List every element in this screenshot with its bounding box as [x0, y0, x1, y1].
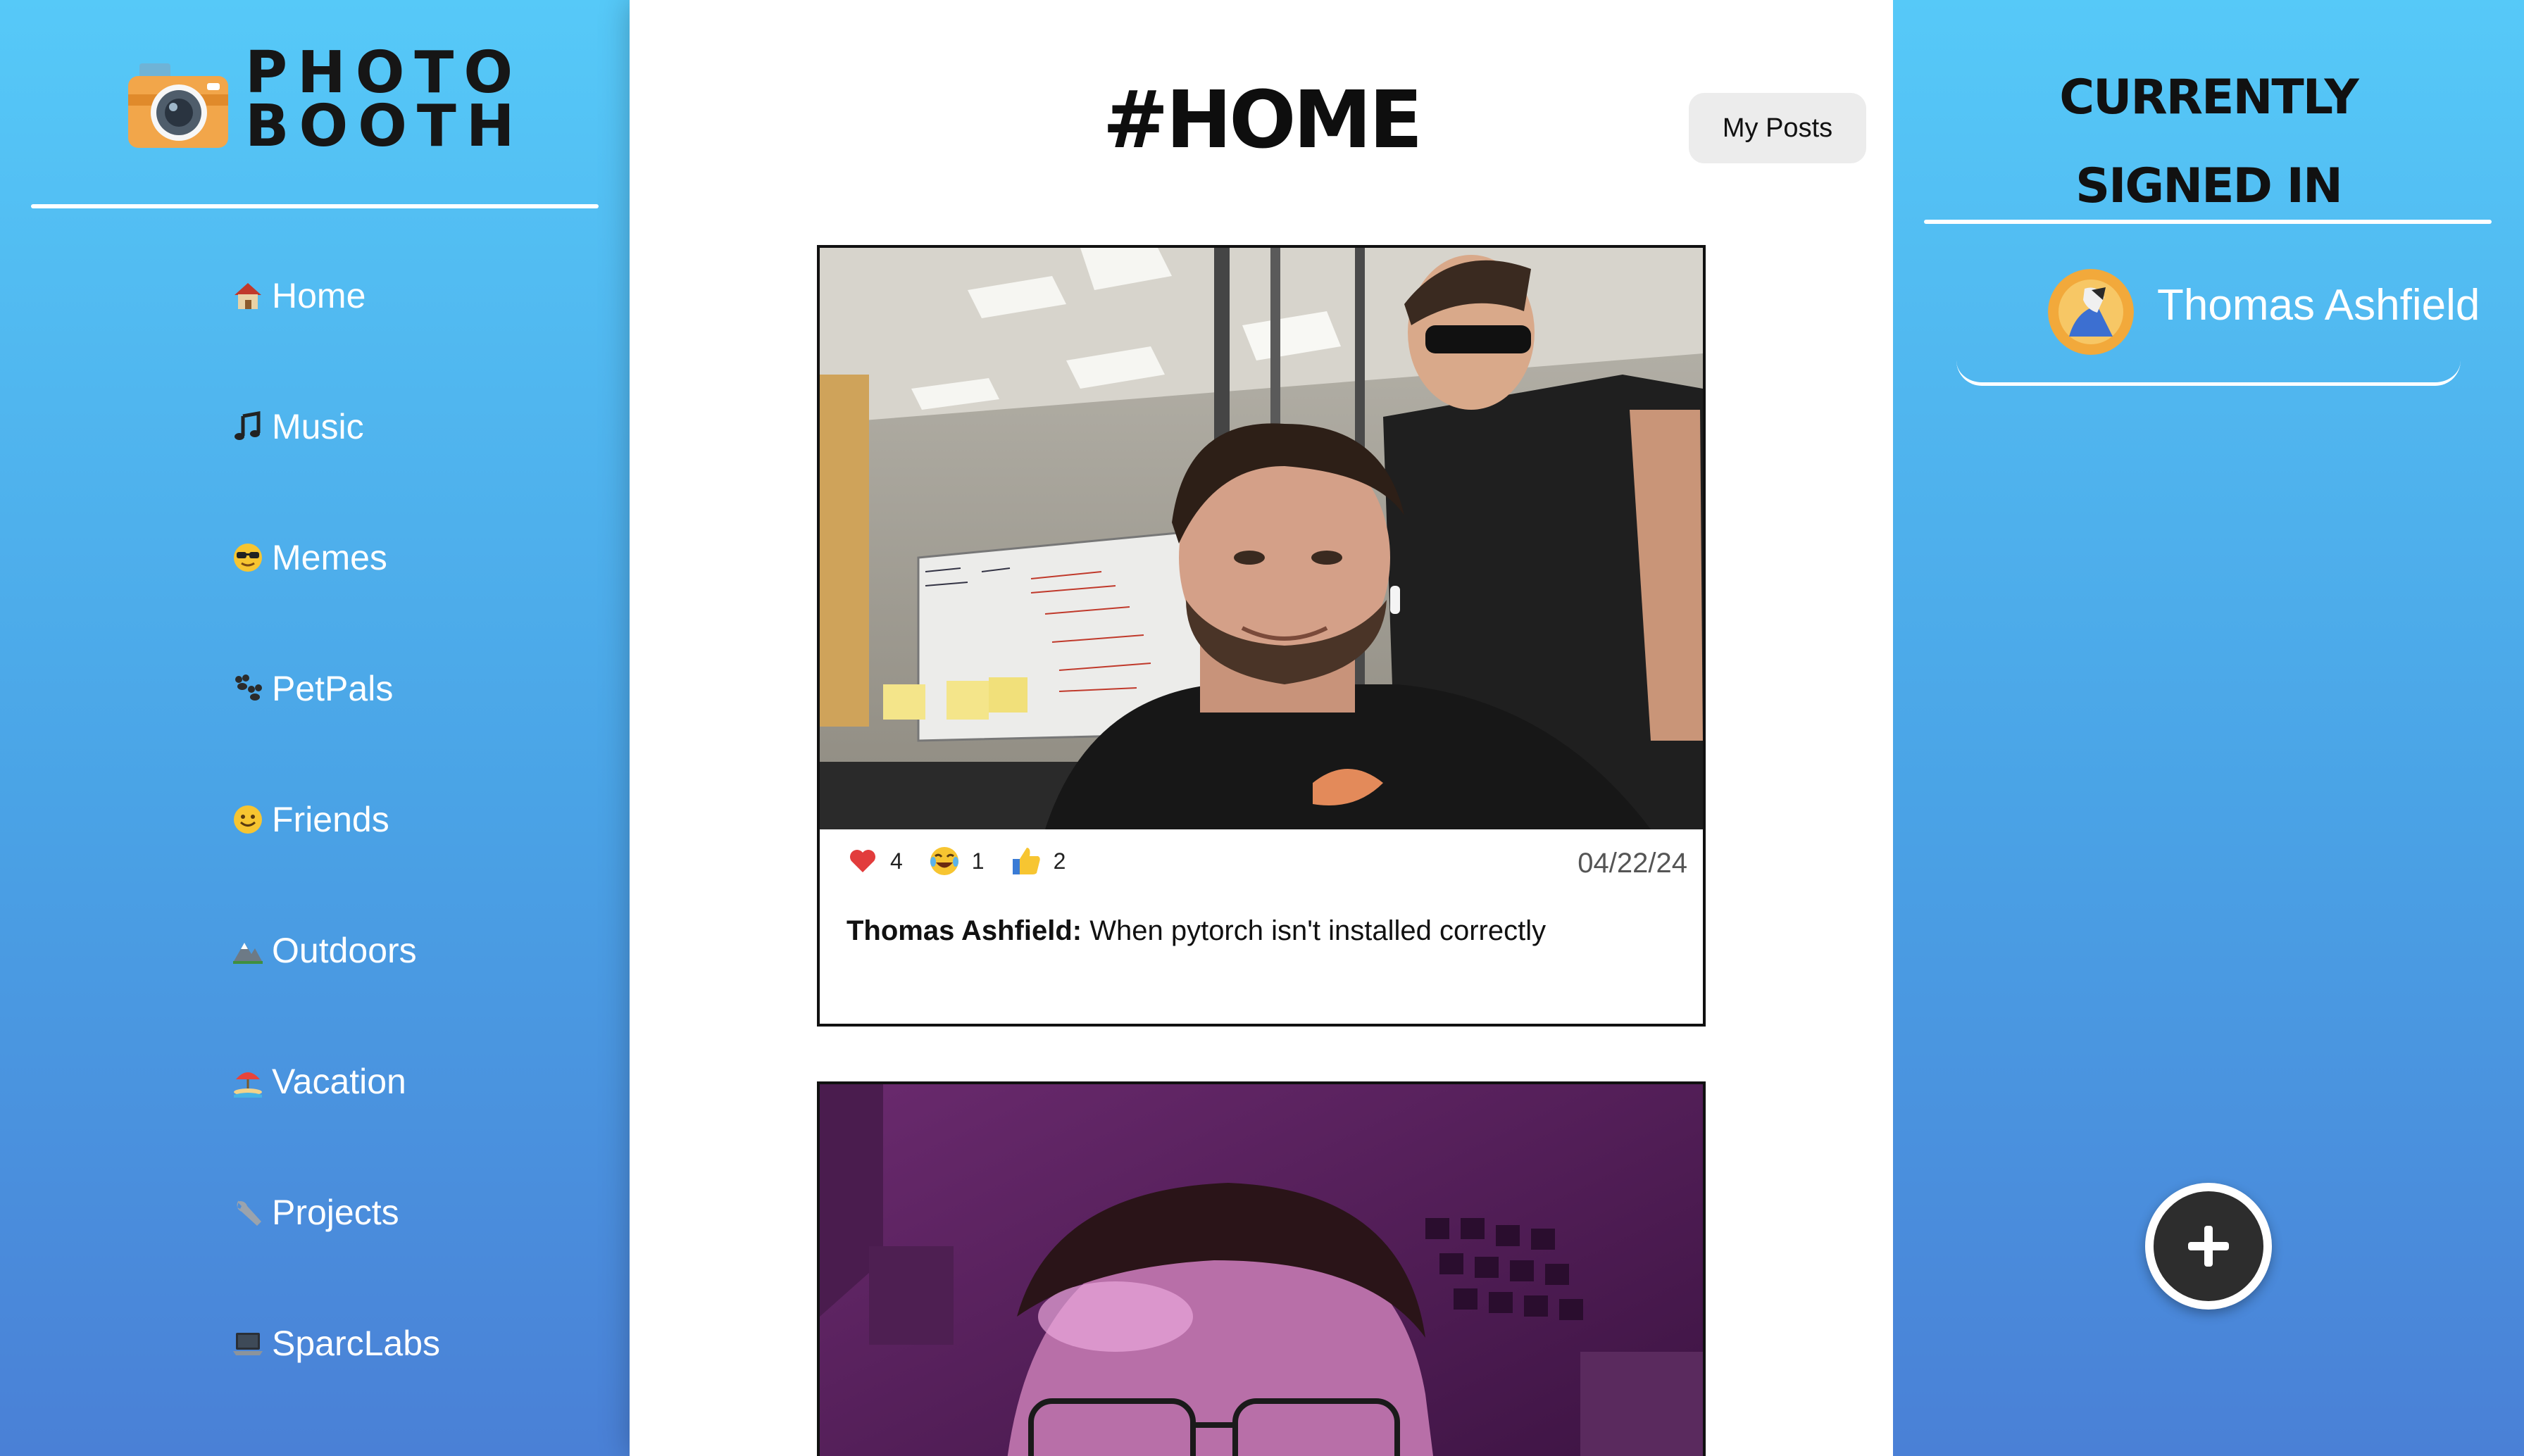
brand-wordmark: PHOTO BOOTH: [245, 39, 525, 160]
left-divider: [31, 204, 599, 208]
smiley-face-icon: [227, 798, 269, 841]
paw-prints-icon: [227, 667, 269, 710]
nav-item-outdoors[interactable]: Outdoors: [227, 908, 417, 993]
plus-icon: [2188, 1226, 2229, 1267]
post-meta: 4 1 2 04/22/24 Thomas Ashfield: When pyt…: [820, 829, 1703, 1031]
current-user-name: Thomas Ashfield: [2157, 281, 2480, 330]
nav-label-petpals: PetPals: [272, 669, 394, 708]
signed-in-heading: CURRENTLY SIGNED IN: [1893, 54, 2524, 231]
add-post-button[interactable]: [2145, 1183, 2272, 1310]
nav-item-sparclabs[interactable]: SparcLabs: [227, 1301, 440, 1386]
left-sidebar: PHOTO BOOTH Home Music Memes PetPals Fri…: [0, 0, 630, 1456]
signed-in-heading-line-2: SIGNED IN: [2075, 158, 2343, 214]
avatar: [2048, 269, 2134, 355]
signed-in-heading-line-1: CURRENTLY: [2059, 70, 2359, 125]
reaction-thumbs-up[interactable]: 2: [1010, 845, 1066, 877]
reaction-laugh-count: 1: [971, 848, 985, 874]
post-photo[interactable]: [820, 1084, 1703, 1456]
nav-item-projects[interactable]: Projects: [227, 1170, 399, 1255]
post-date: 04/22/24: [1578, 848, 1687, 879]
house-icon: [227, 275, 269, 317]
reaction-heart-count: 4: [890, 848, 903, 874]
nav-item-home[interactable]: Home: [227, 253, 366, 338]
reaction-laugh[interactable]: 1: [928, 845, 985, 877]
brand-line-2: BOOTH: [245, 93, 525, 160]
music-note-icon: [227, 406, 269, 448]
brand-line-1: PHOTO: [245, 39, 523, 106]
nav-label-home: Home: [272, 276, 366, 315]
beach-umbrella-icon: [227, 1060, 269, 1103]
nav-label-projects: Projects: [272, 1193, 399, 1232]
nav-item-vacation[interactable]: Vacation: [227, 1039, 406, 1124]
main-feed: #HOME My Posts 4 1 2 04/22/24 Thomas Ash…: [630, 0, 1893, 1456]
post-card: 4 1 2 04/22/24 Thomas Ashfield: When pyt…: [817, 245, 1706, 1027]
nav-item-friends[interactable]: Friends: [227, 777, 389, 862]
laptop-icon: [227, 1322, 269, 1364]
reaction-heart[interactable]: 4: [846, 845, 903, 877]
post-photo[interactable]: [820, 248, 1703, 829]
right-divider: [1924, 220, 2492, 224]
post-caption: Thomas Ashfield: When pytorch isn't inst…: [846, 915, 1546, 947]
wrench-icon: [227, 1191, 269, 1234]
nav-label-memes: Memes: [272, 538, 387, 577]
app: PHOTO BOOTH Home Music Memes PetPals Fri…: [0, 0, 2524, 1456]
nav-item-music[interactable]: Music: [227, 384, 364, 469]
laughing-face-icon: [928, 845, 961, 877]
camera-icon: [128, 63, 228, 148]
current-user-card[interactable]: Thomas Ashfield: [1956, 256, 2480, 386]
post-caption-text: When pytorch isn't installed correctly: [1082, 915, 1547, 946]
post-card: [817, 1081, 1706, 1456]
my-posts-button[interactable]: My Posts: [1689, 93, 1866, 163]
nav-label-outdoors: Outdoors: [272, 931, 417, 970]
sunglasses-face-icon: [227, 536, 269, 579]
post-author[interactable]: Thomas Ashfield:: [846, 915, 1082, 946]
mountain-icon: [227, 929, 269, 972]
thumbs-up-icon: [1010, 845, 1042, 877]
photo-booth-logo[interactable]: PHOTO BOOTH: [124, 44, 518, 166]
nav-label-sparclabs: SparcLabs: [272, 1324, 441, 1363]
nav-item-petpals[interactable]: PetPals: [227, 646, 393, 731]
reaction-thumbs-up-count: 2: [1053, 848, 1066, 874]
heart-icon: [846, 845, 879, 877]
nav-item-memes[interactable]: Memes: [227, 515, 387, 600]
nav-label-music: Music: [272, 407, 364, 446]
nav-label-friends: Friends: [272, 800, 389, 839]
nav-label-vacation: Vacation: [272, 1062, 406, 1101]
reaction-bar: 4 1 2: [846, 845, 1091, 877]
